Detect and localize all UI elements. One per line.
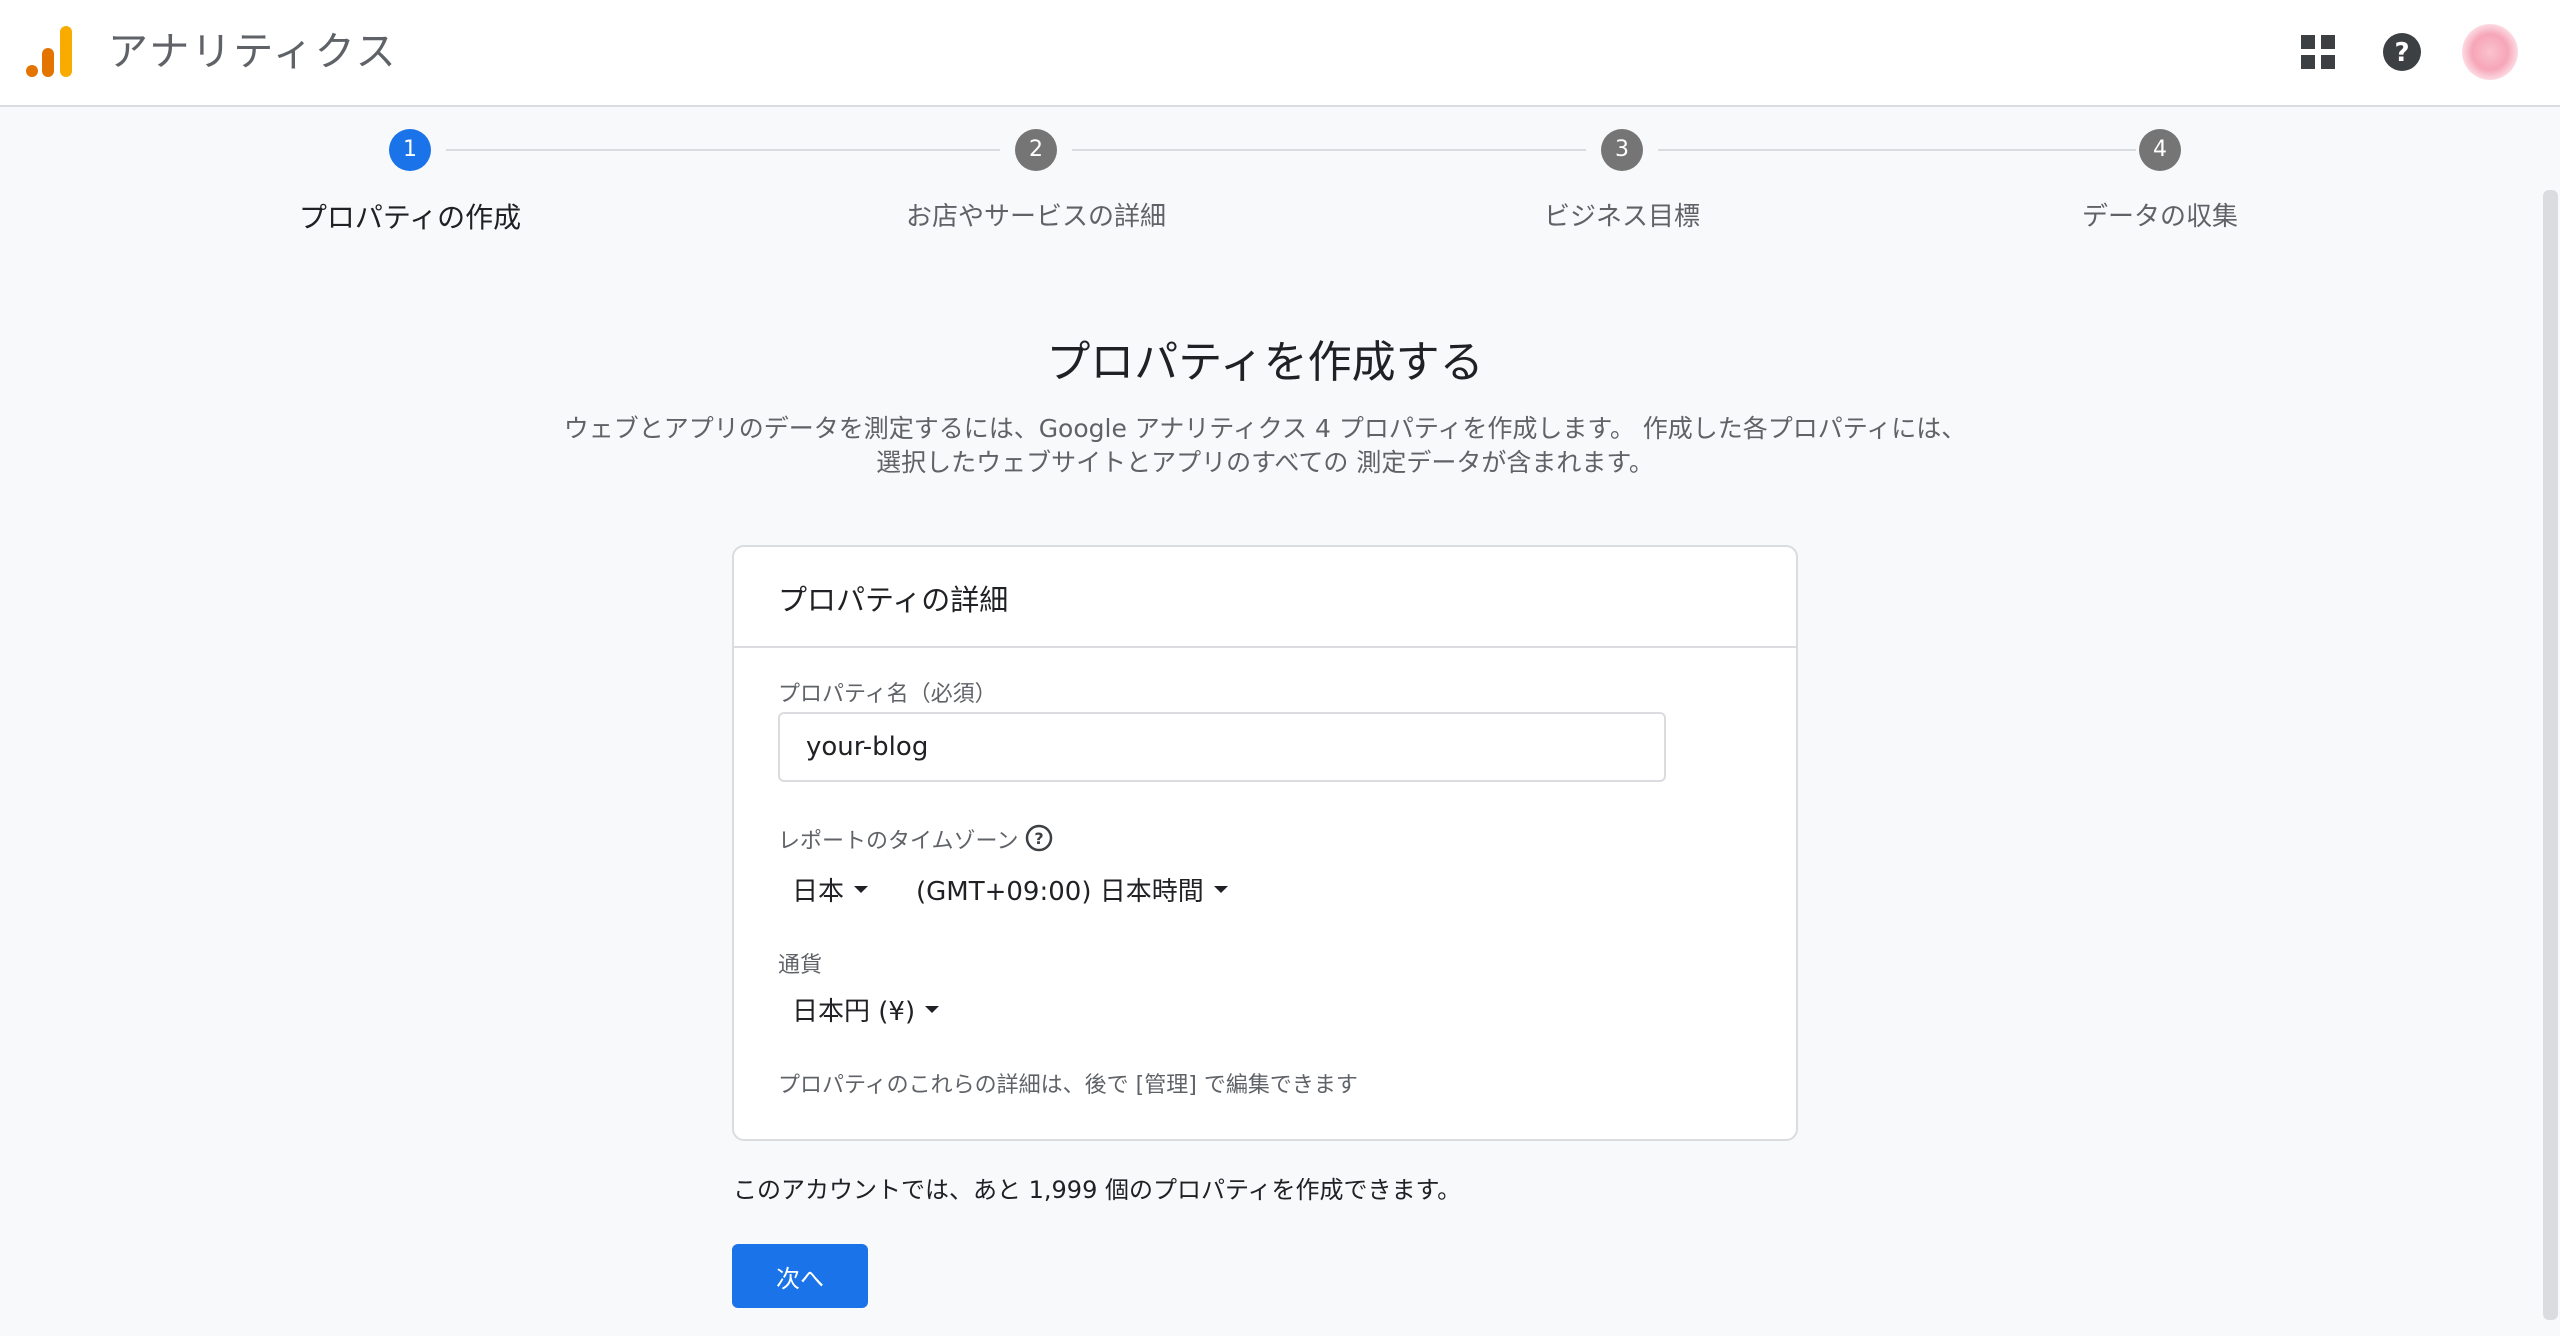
- page-description: ウェブとアプリのデータを測定するには、Google アナリティクス 4 プロパテ…: [460, 412, 2070, 480]
- avatar[interactable]: [2462, 24, 2518, 80]
- timezone-value: (GMT+09:00) 日本時間: [916, 877, 1204, 907]
- caret-down-icon: [1213, 886, 1228, 893]
- step-2-label: お店やサービスの詳細: [905, 202, 1167, 232]
- top-app-bar: アナリティクス ?: [0, 0, 2560, 107]
- step-connector: [1658, 149, 2136, 151]
- timezone-label: レポートのタイムゾーン: [778, 829, 1019, 854]
- timezone-help-icon[interactable]: ?: [1024, 823, 1054, 853]
- step-1-label: プロパティの作成: [298, 201, 522, 234]
- timezone-dropdown[interactable]: (GMT+09:00) 日本時間: [916, 871, 1228, 908]
- currency-label: 通貨: [778, 953, 823, 978]
- page-title: プロパティを作成する: [1046, 337, 1484, 388]
- property-name-input[interactable]: your-blog: [778, 712, 1666, 782]
- caret-down-icon: [925, 1006, 940, 1013]
- step-4-circle: 4: [2139, 129, 2181, 171]
- analytics-logo-icon[interactable]: [26, 26, 74, 78]
- svg-text:?: ?: [2394, 38, 2409, 68]
- timezone-country-dropdown[interactable]: 日本: [792, 871, 869, 908]
- currency-dropdown[interactable]: 日本円 (¥): [792, 991, 940, 1028]
- svg-text:?: ?: [1034, 829, 1043, 848]
- timezone-country-value: 日本: [792, 877, 845, 907]
- app-title: アナリティクス: [108, 29, 398, 75]
- caret-down-icon: [854, 886, 869, 893]
- step-1-circle: 1: [389, 129, 431, 171]
- step-3-circle: 3: [1601, 129, 1643, 171]
- property-quota-text: このアカウントでは、あと 1,999 個のプロパティを作成できます。: [733, 1176, 1462, 1204]
- help-icon[interactable]: ?: [2378, 28, 2426, 76]
- card-header: プロパティの詳細: [734, 547, 1796, 648]
- step-connector: [1072, 149, 1586, 151]
- scrollbar[interactable]: [2543, 190, 2558, 1320]
- step-3-label: ビジネス目標: [1543, 202, 1701, 232]
- description-line-2: 選択したウェブサイトとアプリのすべての 測定データが含まれます。: [876, 448, 1654, 477]
- step-4-label: データの収集: [2081, 202, 2239, 232]
- apps-grid-icon[interactable]: [2294, 28, 2342, 76]
- currency-value: 日本円 (¥): [792, 997, 916, 1027]
- card-title: プロパティの詳細: [778, 583, 1009, 617]
- next-button[interactable]: 次へ: [732, 1244, 868, 1308]
- property-details-card: プロパティの詳細 プロパティ名（必須） your-blog レポートのタイムゾー…: [732, 545, 1798, 1141]
- description-line-1: ウェブとアプリのデータを測定するには、Google アナリティクス 4 プロパテ…: [563, 414, 1967, 443]
- edit-later-note: プロパティのこれらの詳細は、後で [管理] で編集できます: [778, 1073, 1358, 1098]
- step-2-circle: 2: [1015, 129, 1057, 171]
- property-name-label: プロパティ名（必須）: [778, 682, 997, 707]
- step-connector: [446, 149, 1000, 151]
